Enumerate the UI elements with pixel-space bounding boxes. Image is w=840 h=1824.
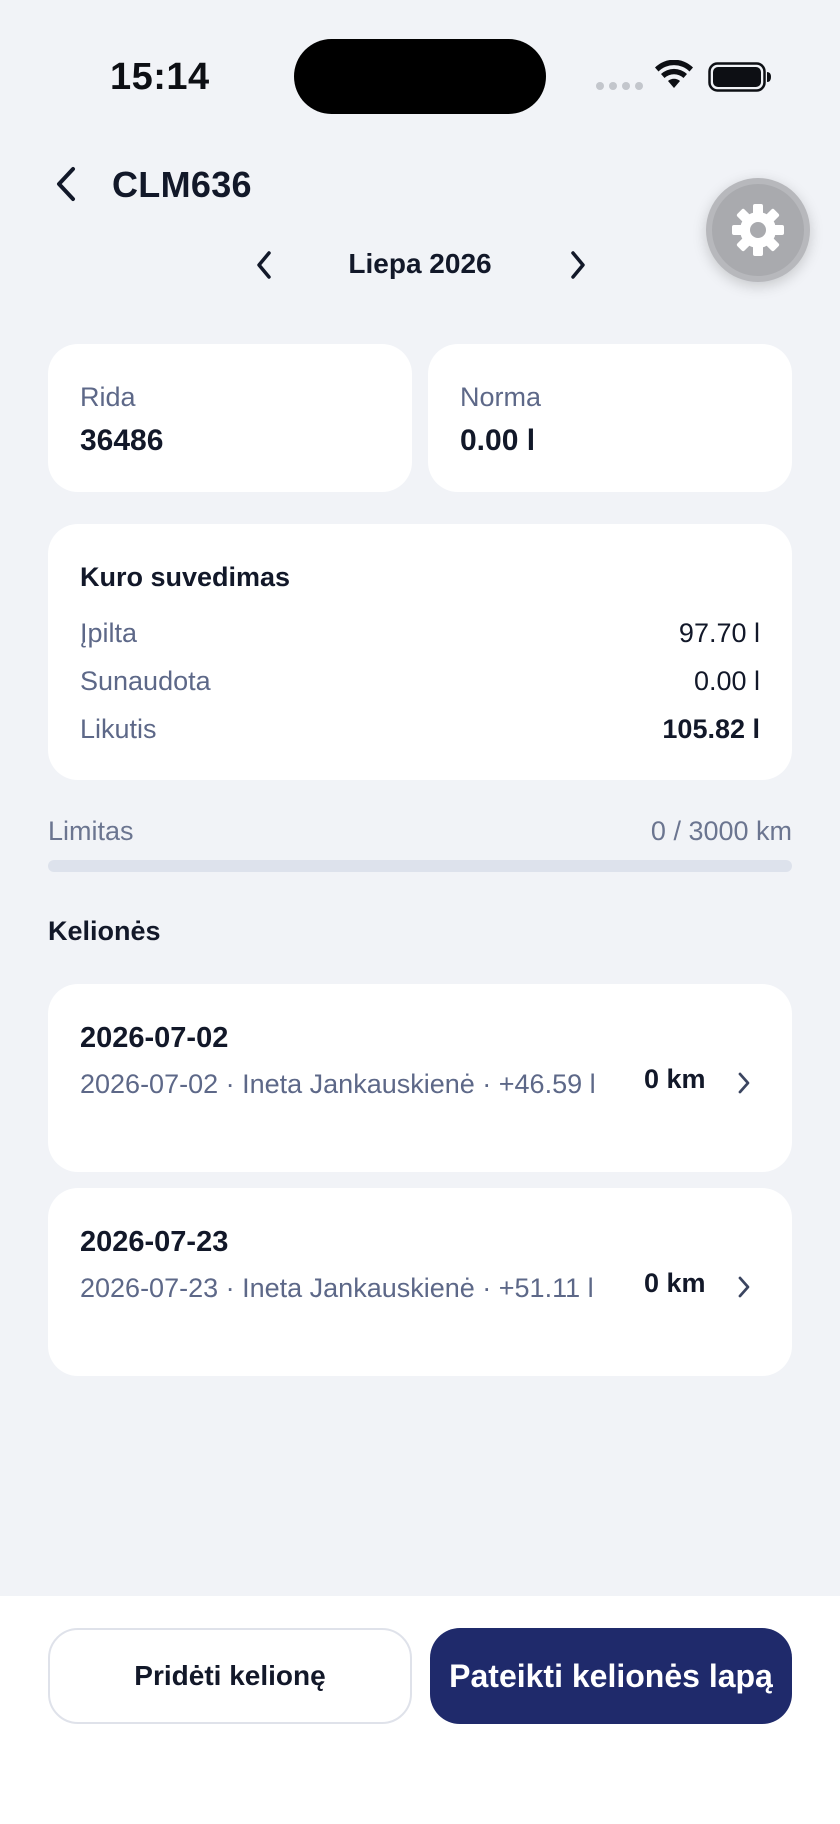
trip-date: 2026-07-02 [80, 1022, 229, 1054]
dynamic-island [294, 39, 546, 114]
norm-card: Norma 0.00 l [428, 344, 792, 492]
limit-row: Limitas 0 / 3000 km [48, 816, 792, 847]
fuel-row-value: 97.70 l [678, 617, 760, 648]
previous-month-button[interactable] [246, 246, 282, 284]
trip-item[interactable]: 2026-07-23 2026-07-23 · Ineta Jankauskie… [48, 1188, 792, 1376]
fuel-summary-card: Kuro suvedimas Įpilta 97.70 l Sunaudota … [48, 524, 792, 780]
mileage-value: 36486 [80, 424, 164, 457]
wifi-icon [655, 60, 693, 88]
chevron-left-icon [257, 251, 271, 279]
trip-distance: 0 km [644, 1268, 706, 1298]
fuel-row-value: 105.82 l [662, 713, 760, 744]
fuel-row-label: Sunaudota [80, 665, 211, 696]
month-navigation: Liepa 2026 [0, 240, 840, 290]
cellular-signal-icon [596, 82, 643, 90]
trip-details: 2026-07-23 · Ineta Jankauskienė · +51.11… [80, 1273, 594, 1303]
chevron-left-icon [57, 167, 75, 201]
next-month-button[interactable] [560, 246, 596, 284]
limit-value: 0 / 3000 km [650, 816, 792, 846]
month-label: Liepa 2026 [348, 248, 492, 279]
page-title: CLM636 [112, 164, 252, 205]
trip-item[interactable]: 2026-07-02 2026-07-02 · Ineta Jankauskie… [48, 984, 792, 1172]
submit-trip-sheet-button[interactable]: Pateikti kelionės lapą [430, 1628, 792, 1724]
mileage-label: Rida [80, 382, 136, 412]
chevron-right-icon [732, 1066, 756, 1100]
fuel-row-filled: Įpilta 97.70 l [80, 616, 760, 650]
fuel-row-consumed: Sunaudota 0.00 l [80, 664, 760, 698]
trip-date: 2026-07-23 [80, 1226, 229, 1258]
add-trip-button[interactable]: Pridėti kelionę [48, 1628, 412, 1724]
norm-label: Norma [460, 382, 542, 412]
chevron-right-icon [732, 1270, 756, 1304]
battery-icon [708, 62, 771, 92]
norm-value: 0.00 l [460, 424, 536, 457]
trips-section-title: Kelionės [48, 916, 161, 946]
mileage-card: Rida 36486 [48, 344, 412, 492]
limit-label: Limitas [48, 816, 134, 846]
fuel-row-label: Įpilta [80, 617, 138, 648]
trip-distance: 0 km [644, 1064, 706, 1094]
fuel-row-value: 0.00 l [693, 665, 760, 696]
fuel-row-remaining: Likutis 105.82 l [80, 712, 760, 746]
chevron-right-icon [571, 251, 585, 279]
bottom-action-bar: Pridėti kelionę Pateikti kelionės lapą [0, 1596, 840, 1824]
fuel-summary-title: Kuro suvedimas [80, 562, 291, 592]
fuel-row-label: Likutis [80, 713, 157, 744]
limit-progress-bar [48, 860, 792, 872]
status-time: 15:14 [110, 56, 210, 98]
status-bar: 15:14 [0, 0, 840, 120]
back-button[interactable] [46, 164, 86, 204]
trip-details: 2026-07-02 · Ineta Jankauskienė · +46.59… [80, 1069, 596, 1099]
